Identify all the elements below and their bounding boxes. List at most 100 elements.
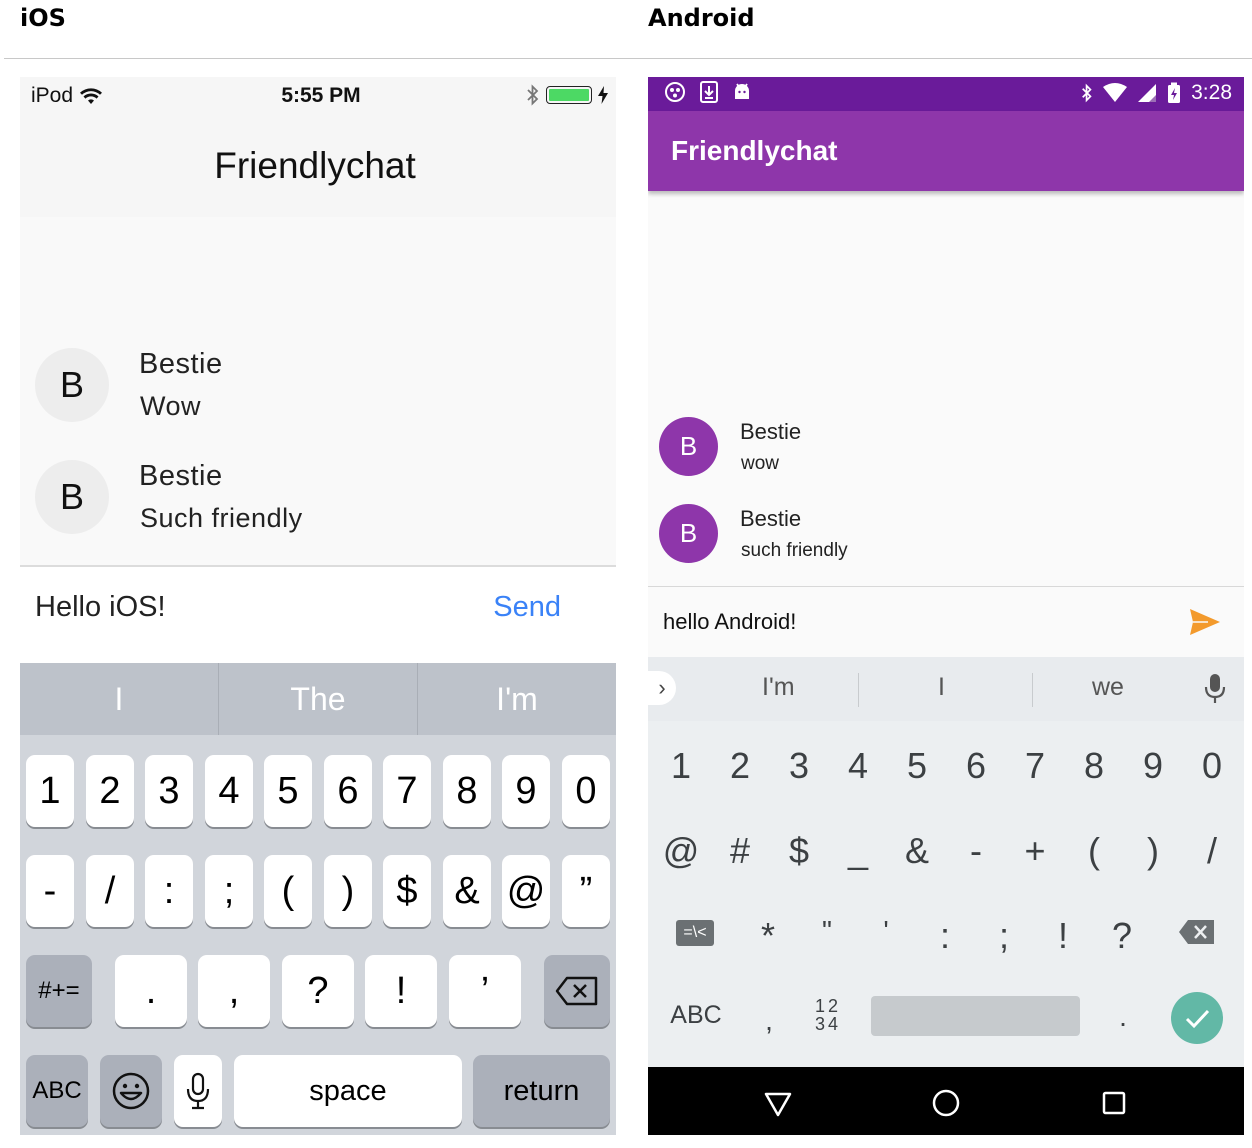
abc-key[interactable]: ABC <box>666 1001 726 1030</box>
backspace-key[interactable] <box>544 955 610 1027</box>
back-icon[interactable] <box>760 1085 796 1121</box>
message-sender: Bestie <box>139 348 223 380</box>
key[interactable]: 5 <box>892 745 942 787</box>
send-button[interactable]: Send <box>493 591 561 624</box>
key[interactable]: - <box>951 830 1001 872</box>
space-key[interactable]: space <box>234 1055 462 1127</box>
key[interactable]: ! <box>365 955 437 1027</box>
message-item: B Bestie Wow <box>20 348 616 448</box>
suggestion[interactable]: we <box>1092 673 1124 702</box>
android-navigation-bar <box>648 1067 1244 1135</box>
android-composer: hello Android! <box>648 587 1244 657</box>
suggestion[interactable]: I <box>938 673 945 702</box>
key[interactable]: 8 <box>443 755 491 827</box>
key[interactable]: - <box>26 855 74 927</box>
symbols-shift-key[interactable]: #+= <box>26 955 92 1027</box>
suggestion[interactable]: I'm <box>762 673 795 702</box>
key[interactable]: 8 <box>1069 745 1119 787</box>
key[interactable]: _ <box>833 830 883 872</box>
backspace-icon[interactable] <box>1178 918 1216 946</box>
suggestion[interactable]: I <box>20 663 218 735</box>
key[interactable]: $ <box>383 855 431 927</box>
key[interactable]: ? <box>282 955 354 1027</box>
key[interactable]: 9 <box>1128 745 1178 787</box>
key[interactable]: 0 <box>1187 745 1237 787</box>
chevron-right-icon[interactable]: › <box>648 671 676 705</box>
android-icon <box>735 83 749 99</box>
numpad-key-bottom: 34 <box>814 1014 842 1034</box>
key[interactable]: 7 <box>383 755 431 827</box>
emoji-key[interactable] <box>100 1055 162 1127</box>
key[interactable]: ’ <box>449 955 521 1027</box>
status-time: 3:28 <box>1191 81 1232 104</box>
key[interactable]: ” <box>562 855 610 927</box>
key[interactable]: 4 <box>833 745 883 787</box>
key[interactable]: 9 <box>502 755 550 827</box>
suggestion[interactable]: I'm <box>418 663 616 735</box>
return-key[interactable]: return <box>473 1055 610 1127</box>
key[interactable]: ' <box>861 915 911 947</box>
key[interactable]: 0 <box>562 755 610 827</box>
message-input[interactable]: hello Android! <box>663 609 796 635</box>
confirm-button[interactable] <box>1171 992 1223 1044</box>
signal-icon <box>1138 84 1157 102</box>
key[interactable]: 1 <box>26 755 74 827</box>
key[interactable]: " <box>802 915 852 947</box>
ios-heading: iOS <box>20 4 66 32</box>
debug-icon <box>665 82 685 102</box>
key[interactable]: $ <box>774 830 824 872</box>
key[interactable]: ( <box>264 855 312 927</box>
symbols-mode-key[interactable]: =\< <box>676 920 714 946</box>
space-key[interactable] <box>871 996 1080 1036</box>
key[interactable]: . <box>115 955 187 1027</box>
message-text: Such friendly <box>140 503 303 533</box>
send-icon[interactable] <box>1188 605 1222 639</box>
key[interactable]: ( <box>1069 830 1119 872</box>
key[interactable]: ) <box>1128 830 1178 872</box>
key[interactable]: 4 <box>205 755 253 827</box>
key[interactable]: ? <box>1097 915 1147 957</box>
key[interactable]: ! <box>1038 915 1088 957</box>
key[interactable]: @ <box>502 855 550 927</box>
key[interactable]: 2 <box>715 745 765 787</box>
home-icon[interactable] <box>928 1085 964 1121</box>
suggestion-bar: I The I'm <box>20 663 616 735</box>
key[interactable]: : <box>145 855 193 927</box>
message-input[interactable]: Hello iOS! <box>35 591 166 624</box>
emoji-icon <box>112 1072 150 1110</box>
key[interactable]: * <box>743 915 793 957</box>
key[interactable]: # <box>715 830 765 872</box>
key[interactable]: 3 <box>145 755 193 827</box>
key[interactable]: + <box>1010 830 1060 872</box>
dictation-key[interactable] <box>174 1055 222 1127</box>
avatar: B <box>659 504 718 563</box>
numpad-key[interactable]: 12 34 <box>808 997 848 1033</box>
key[interactable]: 3 <box>774 745 824 787</box>
comma-key[interactable]: , <box>744 1005 794 1037</box>
key[interactable]: 2 <box>86 755 134 827</box>
key[interactable]: @ <box>656 830 706 872</box>
microphone-icon[interactable] <box>1204 673 1226 705</box>
key[interactable]: ; <box>979 915 1029 957</box>
key[interactable]: / <box>1187 830 1237 872</box>
key[interactable]: : <box>920 915 970 957</box>
key[interactable]: 1 <box>656 745 706 787</box>
avatar: B <box>35 348 109 422</box>
recents-icon[interactable] <box>1096 1085 1132 1121</box>
key[interactable]: 7 <box>1010 745 1060 787</box>
key[interactable]: , <box>198 955 270 1027</box>
key[interactable]: & <box>892 830 942 872</box>
key[interactable]: ; <box>205 855 253 927</box>
abc-key[interactable]: ABC <box>26 1055 88 1127</box>
key[interactable]: & <box>443 855 491 927</box>
key[interactable]: / <box>86 855 134 927</box>
key[interactable]: 5 <box>264 755 312 827</box>
key[interactable]: ) <box>324 855 372 927</box>
backspace-icon <box>555 976 598 1006</box>
key[interactable]: 6 <box>951 745 1001 787</box>
key[interactable]: 6 <box>324 755 372 827</box>
android-heading: Android <box>648 4 755 32</box>
download-icon <box>700 81 718 103</box>
suggestion[interactable]: The <box>219 663 417 735</box>
period-key[interactable]: . <box>1098 1001 1148 1033</box>
